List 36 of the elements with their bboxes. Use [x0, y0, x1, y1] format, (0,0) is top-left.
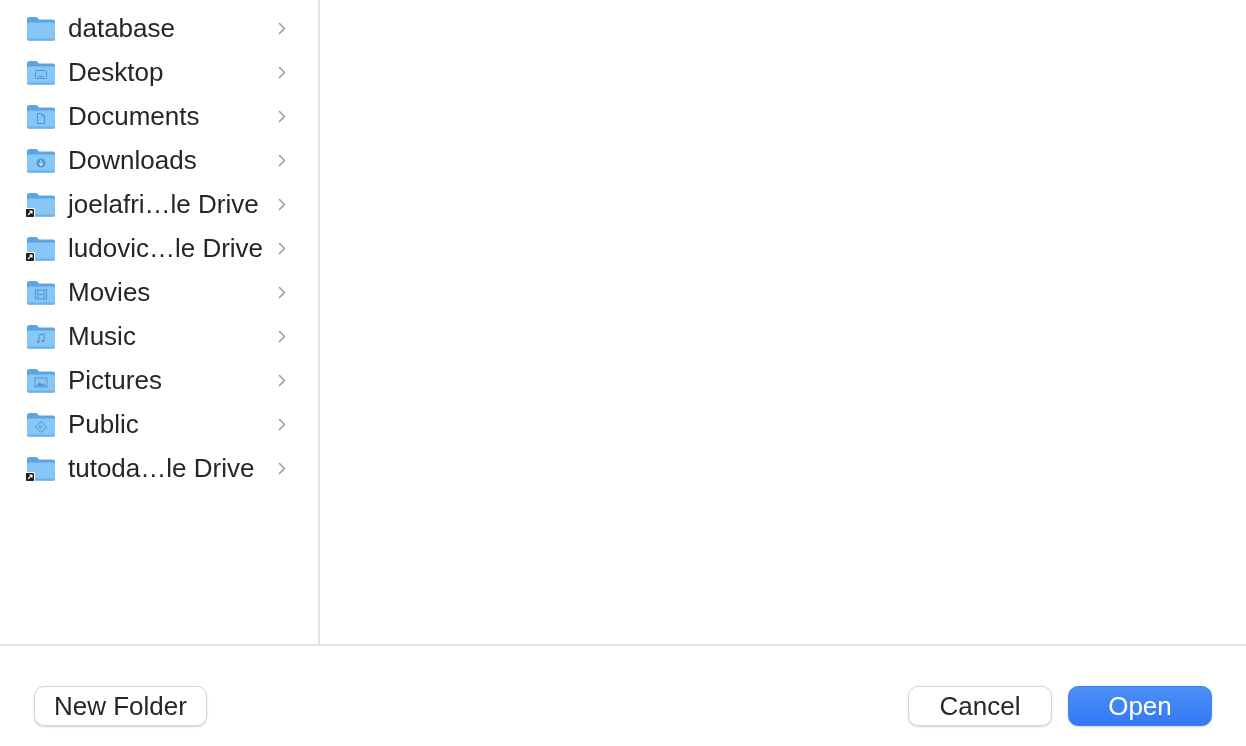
folder-document-icon [25, 102, 56, 130]
chevron-right-icon [278, 21, 286, 35]
chevron-right-icon [278, 65, 286, 79]
new-folder-button[interactable]: New Folder [34, 686, 207, 726]
chevron-right-icon [278, 241, 286, 255]
folder-shortcut-icon [25, 234, 56, 262]
folder-shortcut-icon [25, 190, 56, 218]
folder-item[interactable]: Music [0, 314, 318, 358]
folder-music-icon [25, 322, 56, 350]
folder-screen-icon [25, 58, 56, 86]
folder-item[interactable]: database [0, 6, 318, 50]
folder-icon [25, 14, 56, 42]
cancel-button[interactable]: Cancel [908, 686, 1052, 726]
chevron-right-icon [278, 329, 286, 343]
chevron-right-icon [278, 373, 286, 387]
folder-item[interactable]: Documents [0, 94, 318, 138]
folder-download-icon [25, 146, 56, 174]
chevron-right-icon [278, 153, 286, 167]
folder-shortcut-icon [25, 454, 56, 482]
chevron-right-icon [278, 109, 286, 123]
folder-item[interactable]: joelafri…le Drive [0, 182, 318, 226]
open-button[interactable]: Open [1068, 686, 1212, 726]
folder-item[interactable]: Downloads [0, 138, 318, 182]
folder-sign-icon [25, 410, 56, 438]
folder-picture-icon [25, 366, 56, 394]
folder-item[interactable]: Public [0, 402, 318, 446]
chevron-right-icon [278, 417, 286, 431]
chevron-right-icon [278, 285, 286, 299]
folder-film-icon [25, 278, 56, 306]
folder-item[interactable]: tutoda…le Drive [0, 446, 318, 490]
folder-item[interactable]: Pictures [0, 358, 318, 402]
folder-item[interactable]: ludovic…le Drive [0, 226, 318, 270]
chevron-right-icon [278, 197, 286, 211]
folder-item[interactable]: Movies [0, 270, 318, 314]
chevron-right-icon [278, 461, 286, 475]
folder-item[interactable]: Desktop [0, 50, 318, 94]
